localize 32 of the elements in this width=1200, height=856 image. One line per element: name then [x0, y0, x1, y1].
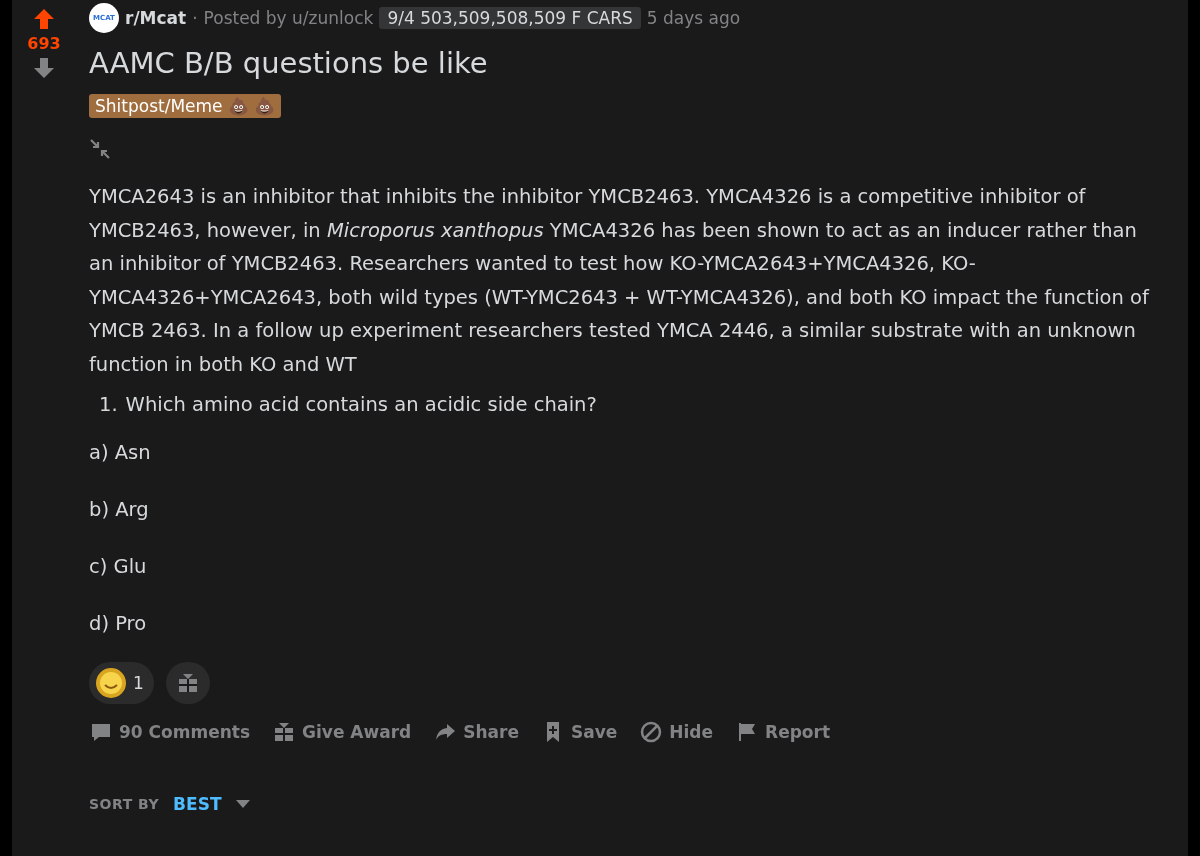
downvote-icon[interactable] [33, 57, 55, 79]
hide-icon [639, 720, 664, 744]
award-count: 1 [133, 673, 144, 693]
share-button[interactable]: Share [431, 716, 521, 748]
collapse-icon[interactable] [89, 138, 111, 160]
post-body: YMCA2643 is an inhibitor that inhibits the inhibitor YMCB2463. YMCA4326 is a competitive inhibitor of YMCB2463, however, in Microporus xanthopus YMCA4326 has been shown to act as an inducer rather than an inhibitor of YMCB2463. Researchers wanted to test how KO-YMCA2643+YMCA4326, KO-YMCA4326+YMCA2643, both wild types (WT-YMC2643 + WT-YMCA4326), and both KO impact the function of YMCB 2463. In a follow up experiment researchers tested YMCA 2446, a similar substrate with an unknown function in both KO and WT [89, 184, 1151, 378]
upvote-icon[interactable] [33, 8, 55, 30]
question-text: Which amino acid contains an acidic side chain? [125, 393, 597, 416]
caret-icon [235, 800, 250, 808]
post-flair[interactable]: Shitpost/Meme 💩 💩 [89, 94, 282, 118]
post-time: 5 days ago [646, 8, 741, 28]
sort-label: SORT BY [89, 796, 160, 812]
list-number: 1. [99, 393, 118, 416]
answer-option: c) Glu [89, 538, 1188, 595]
posted-by: Posted by u/zunlock [203, 8, 374, 28]
post-title: AAMC B/B questions be like [89, 46, 489, 80]
report-button[interactable]: Report [733, 716, 833, 748]
answer-option: b) Arg [89, 481, 1188, 538]
answer-option: d) Pro [89, 595, 1188, 652]
award-button[interactable]: Give Award [270, 716, 414, 748]
answer-option: a) Asn [89, 424, 1188, 481]
community-link[interactable]: r/Mcat [125, 8, 187, 28]
save-button[interactable]: Save [539, 716, 620, 748]
sun-award-icon [95, 667, 127, 699]
sort-dropdown[interactable]: BEST [173, 794, 250, 814]
user-flair: 9/4 503,509,508,509 F CARS [379, 7, 641, 29]
vote-score: 693 [27, 34, 61, 53]
hide-button[interactable]: Hide [637, 716, 716, 748]
give-award-button[interactable] [165, 662, 210, 704]
comments-button[interactable]: 90 Comments [87, 716, 253, 748]
award-pill[interactable]: 1 [89, 662, 154, 704]
separator: · [192, 8, 198, 28]
